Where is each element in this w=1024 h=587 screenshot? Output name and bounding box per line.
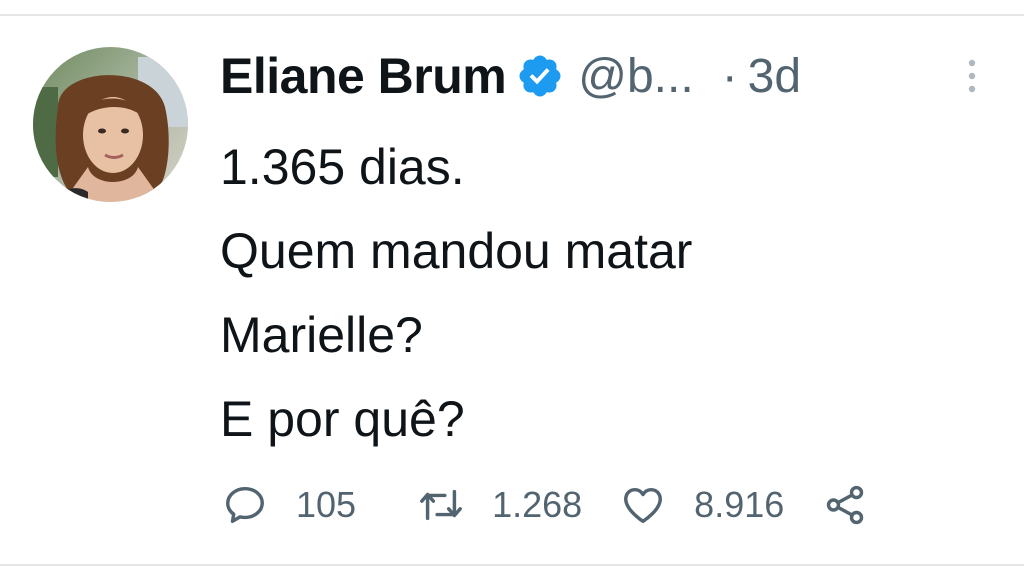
top-divider (0, 14, 1024, 16)
tweet-actions: 105 1.268 8.916 (222, 480, 868, 530)
reply-icon (222, 482, 268, 528)
share-icon (822, 482, 868, 528)
share-button[interactable] (822, 482, 868, 528)
reply-button[interactable]: 105 (222, 482, 356, 528)
tweet-text: 1.365 dias. Quem mandou matar Marielle? … (220, 125, 980, 461)
verified-badge-icon (516, 52, 564, 100)
timestamp[interactable]: 3d (748, 49, 801, 104)
tweet-text-line: Quem mandou matar (220, 223, 693, 279)
like-button[interactable]: 8.916 (620, 482, 784, 528)
tweet-text-line: 1.365 dias. (220, 139, 465, 195)
author-name[interactable]: Eliane Brum (220, 47, 507, 105)
retweet-count: 1.268 (492, 484, 583, 525)
reply-count: 105 (296, 484, 357, 525)
like-count: 8.916 (694, 484, 785, 525)
tweet-header: Eliane Brum @b... · 3d (220, 44, 801, 108)
author-handle[interactable]: @b... (578, 49, 693, 104)
more-options-icon[interactable] (962, 58, 982, 94)
tweet-text-line: E por quê? (220, 391, 465, 447)
heart-icon (620, 482, 666, 528)
bottom-divider (0, 564, 1024, 566)
retweet-icon (418, 482, 464, 528)
retweet-button[interactable]: 1.268 (418, 482, 582, 528)
separator-dot: · (721, 49, 738, 103)
tweet-text-line: Marielle? (220, 307, 423, 363)
tweet-card[interactable]: Eliane Brum @b... · 3d 1.365 dias. Quem … (0, 0, 1024, 587)
avatar[interactable] (33, 47, 188, 202)
avatar-photo (33, 47, 188, 202)
